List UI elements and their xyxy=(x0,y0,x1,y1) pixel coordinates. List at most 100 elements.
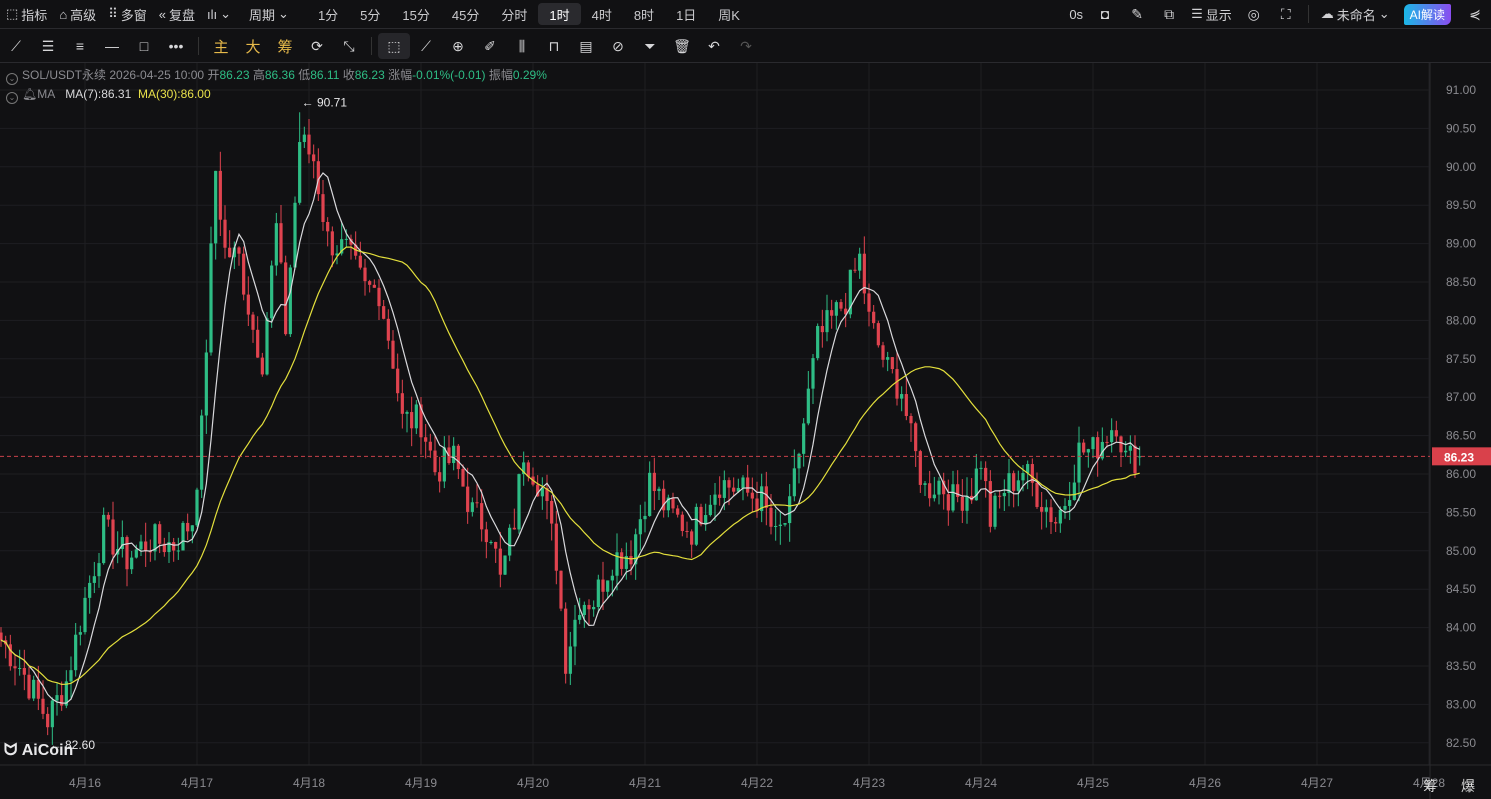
layout-dropdown[interactable]: ☁ 未命名 ⌄ xyxy=(1315,3,1396,25)
tab-period-8[interactable]: 1日 xyxy=(665,3,707,25)
horizontal-lines-icon[interactable]: ≡ xyxy=(64,33,96,59)
x-tick-label: 4月20 xyxy=(517,776,549,790)
candle-body xyxy=(46,713,50,728)
select-icon[interactable]: ⬚ xyxy=(378,33,410,59)
add-window-icon[interactable]: ⧉ xyxy=(1153,1,1185,27)
tab-period-1[interactable]: 5分 xyxy=(349,3,391,25)
candle-body xyxy=(344,238,348,240)
candle-body xyxy=(508,527,512,556)
tab-period-4[interactable]: 分时 xyxy=(490,3,538,25)
collapse-icon[interactable]: ⌄ xyxy=(6,92,18,104)
candle-body xyxy=(858,253,862,271)
share-icon[interactable]: ⋞ xyxy=(1459,1,1491,27)
eraser-icon[interactable]: ✐ xyxy=(474,33,506,59)
tab-period-6[interactable]: 4时 xyxy=(581,3,623,25)
filter-icon[interactable]: ⏷ xyxy=(634,33,666,59)
candle-body xyxy=(1133,445,1137,474)
horizontal-line-icon[interactable]: — xyxy=(96,33,128,59)
undo-icon[interactable]: ↶ xyxy=(698,33,730,59)
candle-body xyxy=(260,357,264,375)
candle-body xyxy=(727,480,731,488)
settings-icon[interactable]: ◎ xyxy=(1238,1,1270,27)
bell-icon[interactable]: 🔔︎ xyxy=(22,87,37,101)
divider xyxy=(1307,5,1309,23)
candle-body xyxy=(78,632,82,635)
drawing-toolbar: ⟋ ☰ ≡ — □ ••• 主 大 筹 ⟳ ⤡ ⬚ ⟋ ⊕ ✐ ⫼ ⊓ ▤ ⊘ … xyxy=(0,30,1491,63)
candle-body xyxy=(144,541,148,552)
countdown: 0s xyxy=(1069,6,1084,22)
candle-body xyxy=(391,340,395,369)
template-icon[interactable]: ▤ xyxy=(570,33,602,59)
pencil-icon[interactable]: ✎ xyxy=(1121,1,1153,27)
candle-body xyxy=(806,388,810,424)
tab-period-3[interactable]: 45分 xyxy=(441,3,490,25)
tab-period-0[interactable]: 1分 xyxy=(307,3,349,25)
tab-period-5[interactable]: 1时 xyxy=(538,3,581,25)
candle-body xyxy=(1058,509,1062,524)
candle-body xyxy=(559,570,563,609)
tab-period-9[interactable]: 周K xyxy=(707,3,751,25)
chart-icon: ⬚ xyxy=(6,6,19,21)
candlestick-chart[interactable]: 91.00 90.50 90.00 89.50 89.00 88.50 88.00 87.50… xyxy=(0,0,1491,799)
candle-body xyxy=(676,508,680,515)
candle-body xyxy=(820,326,824,333)
period-dropdown[interactable]: 周期 ⌄ xyxy=(243,3,295,25)
advanced-button[interactable]: ⌂ 高级 xyxy=(53,3,102,25)
display-button[interactable]: ☰ 显示 xyxy=(1185,3,1238,25)
candle-body xyxy=(741,477,745,488)
chart-type-dropdown[interactable]: ılı ⌄ xyxy=(201,3,237,25)
candles-icon[interactable]: ⫼ xyxy=(506,33,538,59)
replay-button[interactable]: «复盘 xyxy=(153,3,201,25)
x-tick-label: 4月18 xyxy=(293,776,325,790)
parallel-lines-icon[interactable]: ☰ xyxy=(32,33,64,59)
tab-period-7[interactable]: 8时 xyxy=(623,3,665,25)
candle-body xyxy=(368,281,372,285)
collapse-icon[interactable]: ⌄ xyxy=(6,73,18,85)
ruler-icon[interactable]: ⟋ xyxy=(410,33,442,59)
hide-drawings-icon[interactable]: ⤡ xyxy=(333,33,365,59)
candle-body xyxy=(1002,492,1006,497)
candle-body xyxy=(783,523,787,525)
sync-icon[interactable]: ⟳ xyxy=(301,33,333,59)
candle-body xyxy=(937,480,941,495)
zoom-icon[interactable]: ⊕ xyxy=(442,33,474,59)
more-icon[interactable]: ••• xyxy=(160,33,192,59)
candle-body xyxy=(648,472,652,516)
candle-body xyxy=(568,646,572,674)
trash-icon[interactable]: 🗑 xyxy=(666,33,698,59)
candle-body xyxy=(1063,505,1067,510)
candle-body xyxy=(984,467,988,482)
chevron-down-icon: ⌄ xyxy=(1378,6,1390,21)
candle-body xyxy=(1044,507,1048,512)
candle-body xyxy=(685,531,689,533)
candle-body xyxy=(1086,449,1090,453)
y-tick-label: 88.00 xyxy=(1446,313,1476,327)
big-order-button[interactable]: 大 xyxy=(237,33,269,59)
x-tick-label: 4月23 xyxy=(853,776,885,790)
camera-icon[interactable]: ◘ xyxy=(1089,1,1121,27)
candle-body xyxy=(587,604,591,610)
chips-burst-buttons[interactable]: 筹 爆 xyxy=(1423,776,1485,796)
candle-body xyxy=(732,487,736,492)
main-force-button[interactable]: 主 xyxy=(205,33,237,59)
candle-body xyxy=(358,255,362,268)
tab-period-2[interactable]: 15分 xyxy=(391,3,440,25)
ai-interpret-button[interactable]: AI解读 xyxy=(1403,3,1451,25)
candle-body xyxy=(456,445,460,470)
high-label: 高 xyxy=(252,68,265,82)
lock-icon[interactable]: ⊓ xyxy=(538,33,570,59)
redo-icon[interactable]: ↷ xyxy=(730,33,762,59)
candle-body xyxy=(816,326,820,359)
fullscreen-icon[interactable]: ⛶ xyxy=(1270,1,1302,27)
rectangle-icon[interactable]: □ xyxy=(128,33,160,59)
link-icon[interactable]: ⊘ xyxy=(602,33,634,59)
candle-body xyxy=(620,552,624,569)
chips-button[interactable]: 筹 xyxy=(269,33,301,59)
trendline-icon[interactable]: ⟋ xyxy=(0,33,32,59)
ohlc-legend: ⌄ SOL/USDT永续 2026-04-25 10:00 开86.23 高86.… xyxy=(6,66,547,104)
multi-window-button[interactable]: ⠿ 多窗 xyxy=(102,3,153,25)
candle-body xyxy=(708,504,712,516)
indicators-button[interactable]: ⬚ 指标 xyxy=(0,3,53,25)
candle-body xyxy=(284,262,288,335)
display-label: 显示 xyxy=(1205,7,1232,23)
